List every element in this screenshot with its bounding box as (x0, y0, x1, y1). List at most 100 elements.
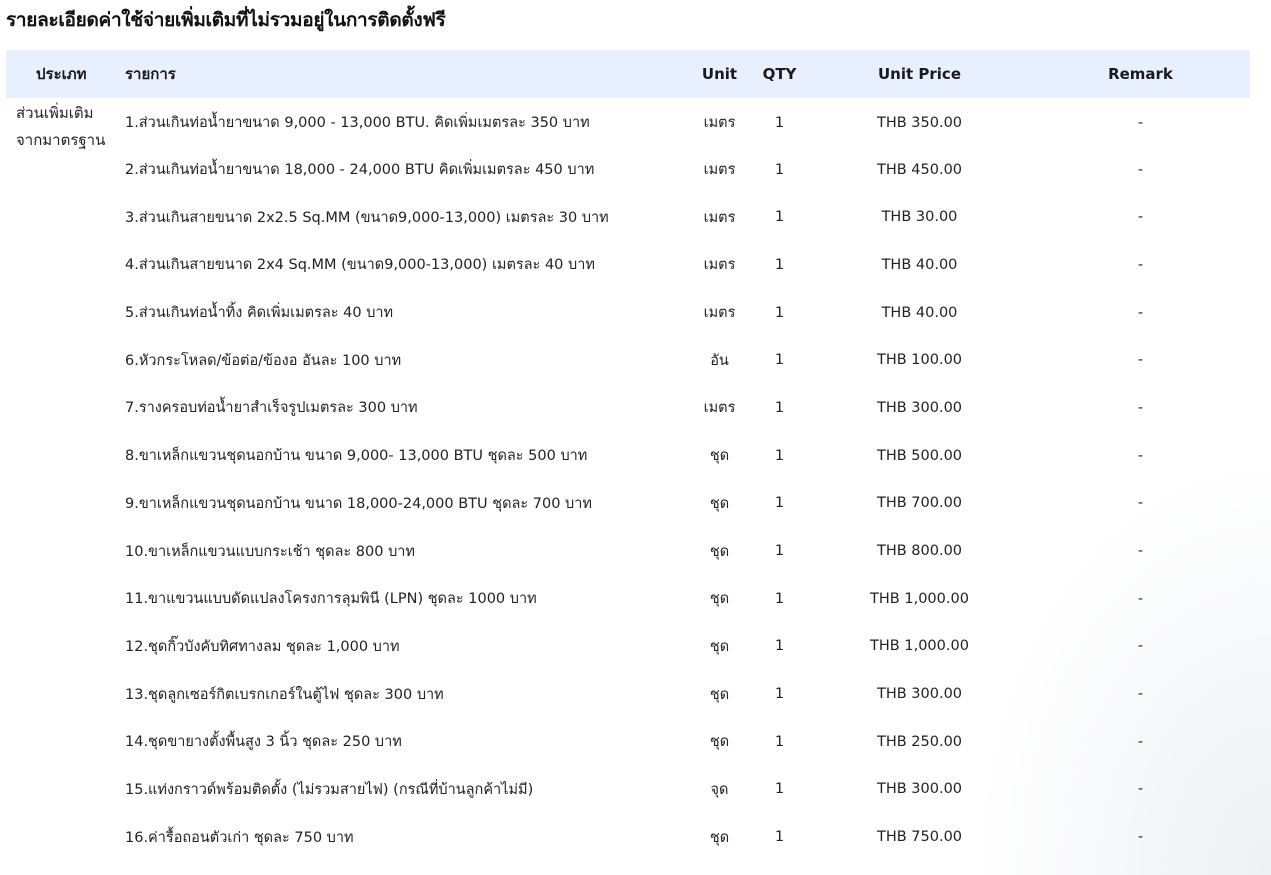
qty-cell: 1 (774, 114, 785, 131)
remark-cell: - (1137, 829, 1144, 846)
unit-price-cell: THB 700.00 (876, 495, 963, 512)
unit-cell: ชุด (709, 829, 730, 846)
unit-price-cell: THB 800.00 (876, 543, 963, 560)
item-cell: 12.ชุดกิ๊วบังคับทิศทางลม ชุดละ 1,000 บาท (125, 638, 400, 655)
table-body: ส่วนเพิ่มเติม จากมาตรฐาน 1.ส่วนเกินท่อน้ำ… (6, 98, 1250, 861)
remark-cell: - (1137, 114, 1144, 131)
header-item: รายการ (125, 65, 176, 83)
qty-cell: 1 (774, 352, 785, 369)
qty-cell: 1 (774, 543, 785, 560)
remark-cell: - (1137, 399, 1144, 416)
qty-cell: 1 (774, 161, 785, 178)
unit-price-cell: THB 100.00 (876, 352, 963, 369)
unit-cell: ชุด (709, 686, 730, 703)
qty-cell: 1 (774, 304, 785, 321)
unit-price-cell: THB 40.00 (881, 256, 958, 273)
item-cell: 5.ส่วนเกินท่อน้ำทิ้ง คิดเพิ่มเมตรละ 40 บ… (125, 305, 394, 322)
qty-cell: 1 (774, 638, 785, 655)
item-cell: 6.หัวกระโหลด/ข้อต่อ/ข้องอ อันละ 100 บาท (125, 352, 402, 369)
item-cell: 10.ขาเหล็กแขวนแบบกระเช้า ชุดละ 800 บาท (125, 543, 415, 560)
item-cell: 9.ขาเหล็กแขวนชุดนอกบ้าน ขนาด 18,000-24,0… (125, 495, 592, 512)
table-row: 4.ส่วนเกินสายขนาด 2x4 Sq.MM (ขนาด9,000-1… (6, 241, 1250, 289)
table-row: 16.ค่ารื้อถอนตัวเก่า ชุดละ 750 บาท ชุด 1 TH… (6, 813, 1250, 861)
header-type: ประเภท (36, 65, 87, 83)
table-row: 7.รางครอบท่อน้ำยาสำเร็จรูปเมตรละ 300 บาท… (6, 384, 1250, 432)
remark-cell: - (1137, 686, 1144, 703)
unit-cell: ชุด (709, 591, 730, 608)
unit-cell: ชุด (709, 448, 730, 465)
unit-price-cell: THB 250.00 (876, 733, 963, 750)
item-cell: 13.ชุดลูกเซอร์กิตเบรกเกอร์ในตู้ไฟ ชุดละ … (125, 686, 444, 703)
table-row: ส่วนเพิ่มเติม จากมาตรฐาน 1.ส่วนเกินท่อน้ำ… (6, 98, 1250, 149)
unit-price-cell: THB 40.00 (881, 304, 958, 321)
unit-cell: เมตร (703, 115, 736, 132)
unit-price-cell: THB 300.00 (876, 781, 963, 798)
unit-cell: เมตร (703, 162, 736, 179)
qty-cell: 1 (774, 399, 785, 416)
table-row: 9.ขาเหล็กแขวนชุดนอกบ้าน ขนาด 18,000-24,0… (6, 480, 1250, 528)
unit-cell: ชุด (709, 495, 730, 512)
remark-cell: - (1137, 161, 1144, 178)
table-row: 5.ส่วนเกินท่อน้ำทิ้ง คิดเพิ่มเมตรละ 40 บ… (6, 289, 1250, 337)
item-cell: 16.ค่ารื้อถอนตัวเก่า ชุดละ 750 บาท (125, 829, 354, 846)
header-unit: Unit (701, 65, 738, 83)
unit-price-cell: THB 1,000.00 (870, 590, 969, 607)
remark-cell: - (1137, 781, 1144, 798)
item-cell: 15.แท่งกราวด์พร้อมติดตั้ง (ไม่รวมสายไฟ) … (125, 781, 534, 798)
item-cell: 3.ส่วนเกินสายขนาด 2x2.5 Sq.MM (ขนาด9,000… (125, 209, 609, 226)
unit-price-cell: THB 750.00 (876, 829, 963, 846)
remark-cell: - (1137, 209, 1144, 226)
table-header-row: ประเภท รายการ Unit QTY Unit Price Remark (6, 50, 1250, 98)
qty-cell: 1 (774, 495, 785, 512)
category-cell: ส่วนเพิ่มเติม จากมาตรฐาน (16, 104, 106, 149)
unit-cell: เมตร (703, 209, 736, 226)
table-row: 11.ขาแขวนแบบดัดแปลงโครงการลุมพินี (LPN) … (6, 575, 1250, 623)
table-row: 3.ส่วนเกินสายขนาด 2x2.5 Sq.MM (ขนาด9,000… (6, 193, 1250, 241)
header-qty: QTY (762, 65, 797, 83)
unit-price-cell: THB 300.00 (876, 399, 963, 416)
item-cell: 1.ส่วนเกินท่อน้ำยาขนาด 9,000 - 13,000 BT… (125, 115, 590, 132)
unit-price-cell: THB 350.00 (876, 114, 963, 131)
remark-cell: - (1137, 256, 1144, 273)
unit-cell: เมตร (703, 257, 736, 274)
header-unit-price: Unit Price (878, 65, 961, 83)
unit-cell: เมตร (703, 305, 736, 322)
unit-cell: จุด (710, 781, 729, 798)
table-row: 6.หัวกระโหลด/ข้อต่อ/ข้องอ อันละ 100 บาท อ… (6, 336, 1250, 384)
qty-cell: 1 (774, 209, 785, 226)
unit-cell: อัน (710, 352, 729, 369)
remark-cell: - (1137, 447, 1144, 464)
remark-cell: - (1137, 495, 1144, 512)
remark-cell: - (1137, 304, 1144, 321)
table-row: 2.ส่วนเกินท่อน้ำยาขนาด 18,000 - 24,000 B… (6, 146, 1250, 194)
table-row: 15.แท่งกราวด์พร้อมติดตั้ง (ไม่รวมสายไฟ) … (6, 766, 1250, 814)
qty-cell: 1 (774, 447, 785, 464)
remark-cell: - (1137, 638, 1144, 655)
remark-cell: - (1137, 590, 1144, 607)
unit-price-cell: THB 300.00 (876, 686, 963, 703)
qty-cell: 1 (774, 686, 785, 703)
unit-price-cell: THB 500.00 (876, 447, 963, 464)
remark-cell: - (1137, 733, 1144, 750)
table-row: 14.ชุดขายางตั้งพื้นสูง 3 นิ้ว ชุดละ 250 … (6, 718, 1250, 766)
unit-cell: ชุด (709, 638, 730, 655)
unit-price-cell: THB 450.00 (876, 161, 963, 178)
remark-cell: - (1137, 543, 1144, 560)
table-row: 8.ขาเหล็กแขวนชุดนอกบ้าน ขนาด 9,000- 13,0… (6, 432, 1250, 480)
table-row: 10.ขาเหล็กแขวนแบบกระเช้า ชุดละ 800 บาท ชุ… (6, 527, 1250, 575)
item-cell: 8.ขาเหล็กแขวนชุดนอกบ้าน ขนาด 9,000- 13,0… (125, 448, 588, 465)
unit-price-cell: THB 1,000.00 (870, 638, 969, 655)
qty-cell: 1 (774, 256, 785, 273)
item-cell: 11.ขาแขวนแบบดัดแปลงโครงการลุมพินี (LPN) … (125, 591, 537, 608)
remark-cell: - (1137, 352, 1144, 369)
header-remark: Remark (1108, 65, 1173, 83)
unit-cell: ชุด (709, 734, 730, 751)
unit-cell: เมตร (703, 400, 736, 417)
qty-cell: 1 (774, 733, 785, 750)
unit-price-cell: THB 30.00 (881, 209, 958, 226)
item-cell: 2.ส่วนเกินท่อน้ำยาขนาด 18,000 - 24,000 B… (125, 162, 595, 179)
item-cell: 4.ส่วนเกินสายขนาด 2x4 Sq.MM (ขนาด9,000-1… (125, 257, 595, 274)
item-cell: 14.ชุดขายางตั้งพื้นสูง 3 นิ้ว ชุดละ 250 … (125, 734, 402, 751)
section-title: รายละเอียดค่าใช้จ่ายเพิ่มเติมที่ไม่รวมอย… (6, 9, 446, 31)
extra-cost-table: ประเภท รายการ Unit QTY Unit Price Remark… (6, 50, 1250, 861)
